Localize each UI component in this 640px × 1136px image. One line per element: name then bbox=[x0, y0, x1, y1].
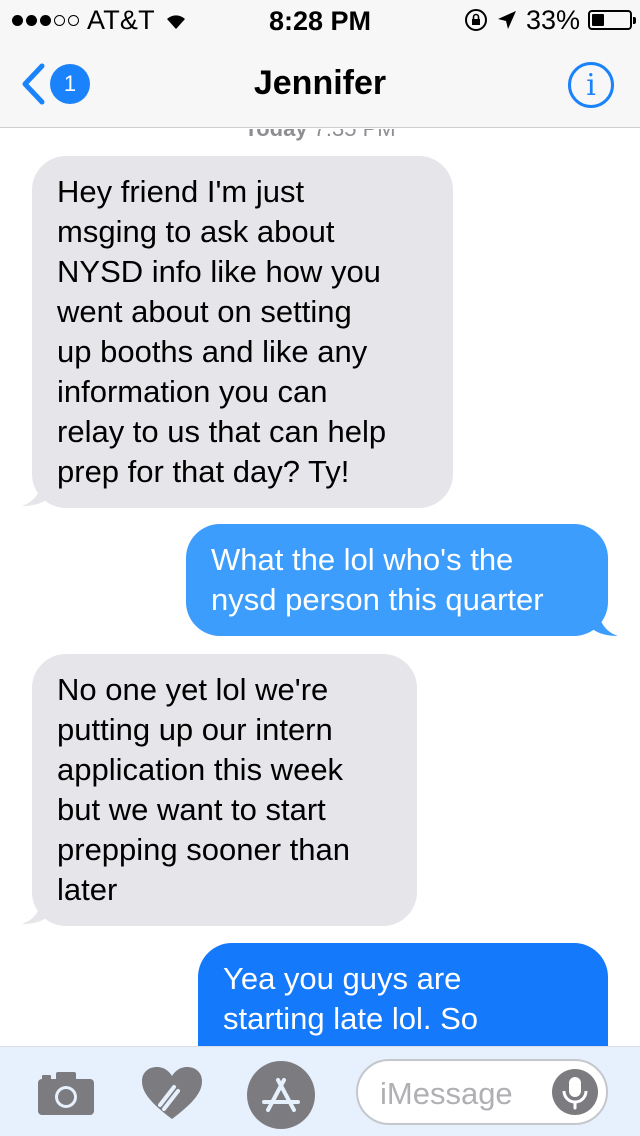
location-arrow-icon bbox=[497, 11, 516, 29]
message-line: later bbox=[57, 872, 118, 907]
message-line: msging to ask about bbox=[57, 214, 335, 249]
orientation-lock-icon bbox=[464, 9, 487, 31]
info-button[interactable]: i bbox=[568, 62, 614, 108]
message-line: Yea you guys are bbox=[223, 961, 462, 996]
message-line: prepping sooner than bbox=[57, 832, 351, 867]
message-bubble-outgoing[interactable]: Yea you guys are starting late lol. So bbox=[198, 943, 608, 1046]
message-line: application this week bbox=[57, 752, 344, 787]
message-input[interactable]: iMessage bbox=[356, 1059, 608, 1125]
info-icon: i bbox=[586, 67, 596, 103]
message-bubble-incoming[interactable]: Hey friend I'm just msging to ask about … bbox=[32, 156, 453, 508]
message-line: No one yet lol we're bbox=[57, 672, 329, 707]
battery-percent: 33% bbox=[525, 4, 580, 35]
microphone-button[interactable] bbox=[552, 1069, 598, 1115]
conversation[interactable]: Today 7:35 PM Hey friend I'm just msging… bbox=[0, 129, 640, 1046]
message-input-placeholder: iMessage bbox=[380, 1076, 513, 1111]
status-bar: AT&T 8:28 PM 33% bbox=[0, 0, 640, 40]
app-store-icon[interactable] bbox=[246, 1060, 316, 1130]
message-line: prep for that day? Ty! bbox=[57, 454, 350, 489]
nav-bar: 1 Jennifer i bbox=[0, 40, 640, 128]
contact-name[interactable]: Jennifer bbox=[0, 64, 640, 103]
message-timestamp: Today 7:35 PM bbox=[0, 129, 640, 142]
microphone-icon bbox=[562, 1077, 588, 1110]
message-line: information you can bbox=[57, 374, 328, 409]
battery-fill bbox=[592, 14, 604, 26]
message-line: up booths and like any bbox=[57, 334, 368, 369]
message-line: went about on setting bbox=[57, 294, 352, 329]
message-line: starting late lol. So bbox=[223, 1001, 479, 1036]
message-line: What the lol who's the bbox=[211, 542, 514, 577]
message-line: nysd person this quarter bbox=[211, 582, 544, 617]
message-line: relay to us that can help bbox=[57, 414, 387, 449]
input-bar: iMessage bbox=[0, 1046, 640, 1136]
message-line: NYSD info like how you bbox=[57, 254, 381, 289]
message-line: putting up our intern bbox=[57, 712, 333, 747]
battery-icon bbox=[588, 10, 636, 30]
message-line: Hey friend I'm just bbox=[57, 174, 305, 209]
digital-touch-icon[interactable] bbox=[140, 1065, 204, 1121]
message-line: but we want to start bbox=[57, 792, 326, 827]
status-right: 33% bbox=[464, 4, 636, 35]
message-bubble-incoming[interactable]: No one yet lol we're putting up our inte… bbox=[32, 654, 417, 926]
message-bubble-outgoing[interactable]: What the lol who's the nysd person this … bbox=[186, 524, 608, 636]
camera-icon[interactable] bbox=[36, 1069, 96, 1117]
